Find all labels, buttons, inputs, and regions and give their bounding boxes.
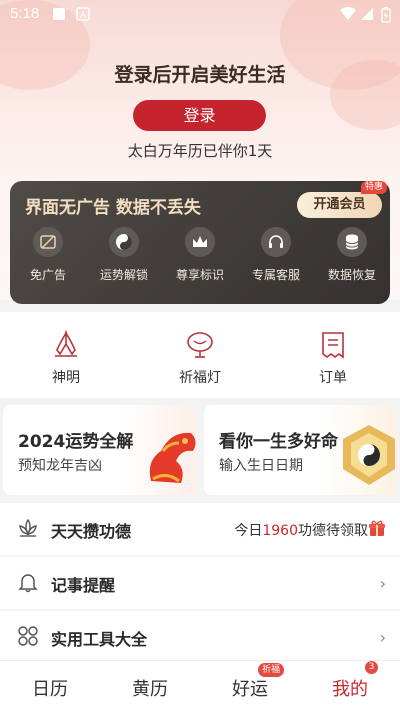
database-icon — [337, 227, 367, 257]
fortune-2024-card[interactable]: 2024运势全解 预知龙年吉凶 — [3, 405, 196, 495]
tools-row[interactable]: 实用工具大全 › — [0, 611, 400, 663]
lamp-icon — [187, 332, 213, 358]
perk-exclusive-badge[interactable]: 尊享标识 — [162, 227, 238, 283]
quick-label: 神明 — [52, 370, 80, 386]
bell-icon — [18, 574, 38, 593]
perk-label: 数据恢复 — [327, 268, 376, 282]
perk-label: 免广告 — [29, 268, 66, 282]
perk-fortune-unlock[interactable]: 运势解锁 — [86, 227, 162, 283]
yin-yang-icon — [109, 227, 139, 257]
daily-merit-row[interactable]: 天天攒功德 今日1960功德待领取 — [0, 503, 400, 555]
perk-label: 运势解锁 — [99, 268, 148, 282]
lotus-icon — [19, 518, 37, 537]
headset-icon — [261, 227, 291, 257]
perk-no-ads[interactable]: 免广告 — [10, 227, 86, 283]
vip-membership-card[interactable]: 界面无广告 数据不丢失 开通会员 特惠 免广告 运势解锁 尊享标识 专属客服 数… — [10, 181, 390, 304]
open-membership-button[interactable]: 开通会员 — [297, 192, 382, 218]
bottom-tab-bar: 日历 黄历 好运 我的 — [0, 660, 400, 712]
no-ads-icon — [33, 227, 63, 257]
battery-icon — [381, 7, 391, 23]
life-fortune-card[interactable]: 看你一生多好命 输入生日日期 — [204, 405, 397, 495]
quick-actions: 神明 祈福灯 订单 — [0, 312, 400, 398]
chevron-right-icon: › — [379, 628, 386, 647]
status-time: 5:18 — [10, 5, 40, 22]
perk-label: 专属客服 — [251, 268, 300, 282]
bagua-illustration — [343, 425, 395, 485]
merit-pending-text: 今日1960功德待领取 — [234, 523, 368, 539]
crown-icon — [185, 227, 215, 257]
row-label: 记事提醒 — [51, 576, 116, 595]
app-notification-icon — [53, 8, 65, 20]
perk-customer-service[interactable]: 专属客服 — [238, 227, 314, 283]
tab-mine[interactable]: 我的 — [300, 675, 400, 701]
a-notification-icon: A — [76, 7, 90, 21]
row-label: 天天攒功德 — [51, 522, 132, 541]
quick-orders[interactable]: 订单 — [283, 330, 383, 387]
login-prompt-title: 登录后开启美好生活 — [114, 64, 286, 86]
quick-label: 订单 — [319, 370, 347, 386]
perk-data-recovery[interactable]: 数据恢复 — [314, 227, 390, 283]
dragon-illustration — [149, 432, 196, 483]
signal-icon — [361, 8, 373, 20]
grid-tools-icon — [18, 626, 38, 646]
row-label: 实用工具大全 — [51, 630, 148, 649]
svg-text:A: A — [80, 10, 86, 20]
tab-mine-badge: 3 — [365, 661, 378, 674]
chevron-right-icon: › — [379, 574, 386, 593]
quick-gods[interactable]: 神明 — [16, 330, 116, 387]
tab-luck[interactable]: 好运 — [200, 675, 300, 701]
merit-count: 1960 — [262, 523, 298, 539]
accompany-days-text: 太白万年历已伴你1天 — [127, 142, 273, 160]
discount-tag: 特惠 — [361, 181, 388, 194]
tab-luck-badge: 祈福 — [258, 663, 285, 677]
login-button[interactable]: 登录 — [133, 100, 266, 131]
quick-label: 祈福灯 — [179, 370, 221, 386]
perk-label: 尊享标识 — [175, 268, 224, 282]
wifi-icon — [340, 7, 356, 20]
praying-hands-icon — [55, 330, 77, 357]
status-bar: 5:18 A — [0, 0, 400, 30]
tab-almanac[interactable]: 黄历 — [100, 675, 200, 701]
quick-blessing-lamp[interactable]: 祈福灯 — [150, 330, 250, 387]
card-title: 2024运势全解 — [18, 432, 134, 452]
tab-calendar[interactable]: 日历 — [0, 675, 100, 701]
card-subtitle: 预知龙年吉凶 — [18, 458, 102, 474]
gift-icon — [369, 520, 385, 536]
reminder-row[interactable]: 记事提醒 › — [0, 557, 400, 609]
card-title: 看你一生多好命 — [219, 432, 338, 452]
vip-title: 界面无广告 数据不丢失 — [25, 198, 201, 218]
receipt-icon — [322, 332, 344, 359]
card-subtitle: 输入生日日期 — [219, 458, 303, 474]
